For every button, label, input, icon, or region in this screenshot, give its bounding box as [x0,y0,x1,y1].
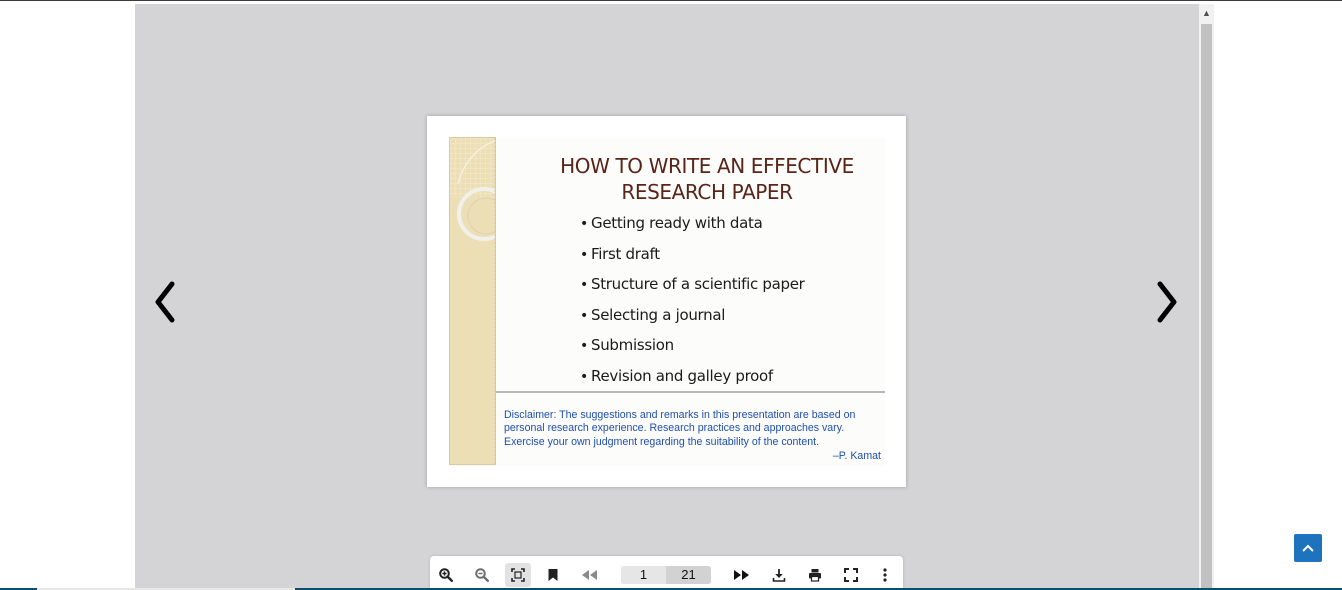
disclaimer-line-3: Exercise your own judgment regarding the… [504,435,820,448]
last-page-icon [734,570,749,580]
disclaimer-text: Disclaimer: The suggestions and remarks … [504,409,884,449]
scroll-up-arrow-icon[interactable]: ▲ [1199,4,1214,22]
bullet-item: • Getting ready with data [580,214,763,232]
next-page-button[interactable] [1147,279,1187,325]
zoom-in-button[interactable] [433,563,459,587]
total-pages: 21 [666,566,711,584]
fullscreen-icon [844,568,858,582]
bookmark-button[interactable] [540,563,566,587]
current-page-input[interactable]: 1 [621,566,666,584]
vertical-scrollbar[interactable]: ▲ [1199,4,1214,590]
page: ▲ HOW TO WRITE AN EFFECTIVE RESEARCH PAP… [0,0,1342,590]
fit-page-icon [511,568,525,582]
first-page-button[interactable] [577,563,603,587]
print-icon [809,569,821,582]
fit-page-button[interactable] [505,563,531,587]
chevron-up-icon [1302,544,1314,552]
print-button[interactable] [802,563,828,587]
slide-content: HOW TO WRITE AN EFFECTIVE RESEARCH PAPER… [449,137,885,466]
author-signature: –P. Kamat [832,450,881,462]
bullet-item: • First draft [580,244,660,263]
previous-page-button[interactable] [145,279,185,325]
disclaimer-line-2: personal research experience. Research p… [504,422,845,435]
decorative-swirl-icon [450,138,495,464]
more-options-icon [883,568,887,582]
disclaimer-line-1: Disclaimer: The suggestions and remarks … [504,409,856,421]
slide-title-line-1: HOW TO WRITE AN EFFECTIVE [560,154,854,178]
chevron-right-icon [1157,281,1177,323]
download-icon [772,569,786,582]
zoom-out-button[interactable] [469,563,495,587]
zoom-in-icon [439,568,453,582]
back-to-top-button[interactable] [1294,534,1322,562]
bullet-item: • Selecting a journal [580,305,726,324]
fullscreen-button[interactable] [838,563,864,587]
bullet-item: • Structure of a scientific paper [580,275,805,293]
bullet-list: • Getting ready with data • First draft • S… [580,212,880,395]
last-page-button[interactable] [729,563,755,587]
more-options-button[interactable] [872,563,898,587]
decorative-strip [449,137,496,465]
top-divider [0,0,1342,1]
slide-title-line-2: RESEARCH PAPER [621,180,793,204]
bullet-item: • Submission [580,336,674,354]
bookmark-icon [548,569,558,581]
viewer-toolbar: 1 21 [430,556,903,590]
zoom-out-icon [475,568,489,582]
first-page-icon [582,570,597,580]
slide-title: HOW TO WRITE AN EFFECTIVE RESEARCH PAPER [532,153,882,205]
slide-divider [496,391,885,393]
document-page: HOW TO WRITE AN EFFECTIVE RESEARCH PAPER… [427,116,906,487]
chevron-left-icon [155,281,175,323]
download-button[interactable] [766,563,792,587]
page-indicator[interactable]: 1 21 [621,566,711,584]
scrollbar-thumb[interactable] [1201,24,1212,590]
